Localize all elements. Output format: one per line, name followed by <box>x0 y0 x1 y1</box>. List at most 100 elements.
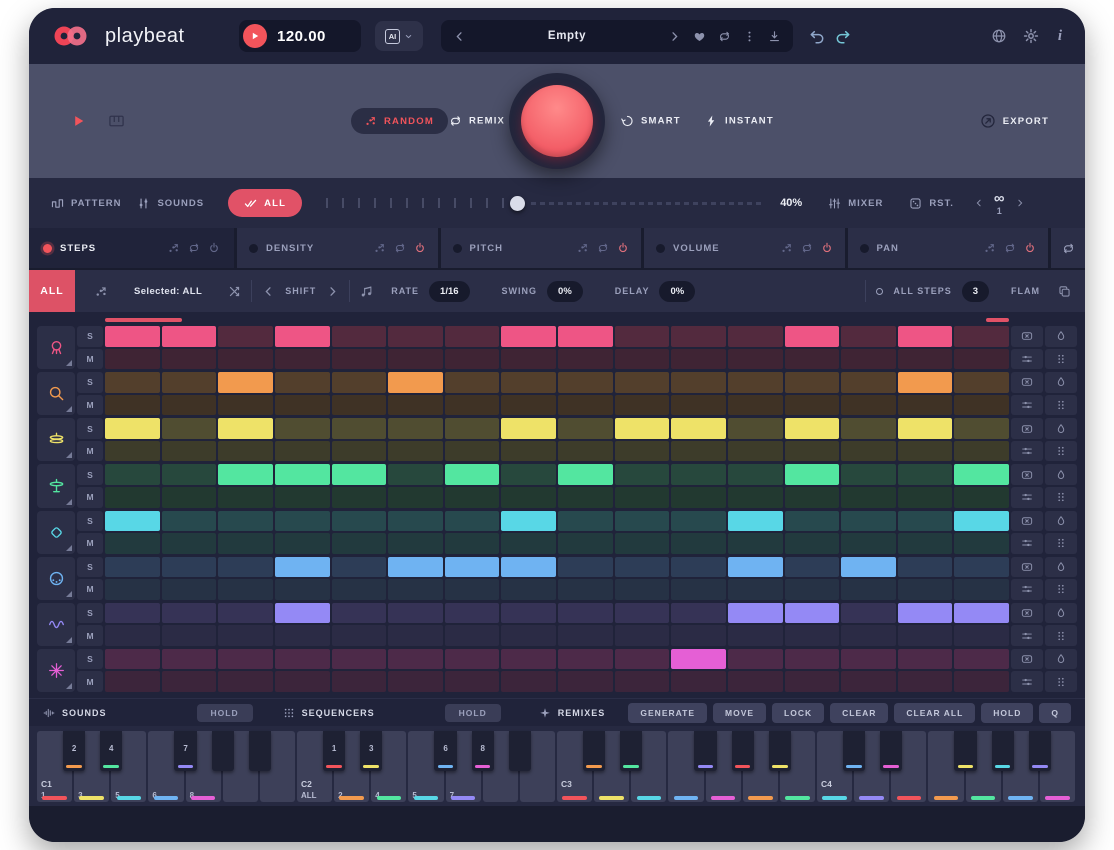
randomize-icon[interactable] <box>984 242 996 254</box>
step-13[interactable] <box>785 372 840 393</box>
mute-button[interactable]: M <box>77 533 103 554</box>
mod-step-11[interactable] <box>671 625 726 646</box>
drag-handle[interactable] <box>1045 487 1077 508</box>
mod-step-5[interactable] <box>332 671 387 692</box>
step-8[interactable] <box>501 418 556 439</box>
mod-step-14[interactable] <box>841 671 896 692</box>
power-icon[interactable] <box>617 242 629 254</box>
step-12[interactable] <box>728 511 783 532</box>
mod-step-9[interactable] <box>558 441 613 462</box>
step-1[interactable] <box>105 326 160 347</box>
mod-step-2[interactable] <box>162 349 217 370</box>
mod-step-3[interactable] <box>218 671 273 692</box>
mod-step-9[interactable] <box>558 395 613 416</box>
mod-step-5[interactable] <box>332 395 387 416</box>
all-steps-value[interactable]: 3 <box>962 281 989 302</box>
mod-step-5[interactable] <box>332 625 387 646</box>
step-10[interactable] <box>615 511 670 532</box>
step-15[interactable] <box>898 557 953 578</box>
step-13[interactable] <box>785 326 840 347</box>
hold-sounds-button[interactable]: HOLD <box>197 704 253 722</box>
humanize-button[interactable] <box>1045 603 1077 624</box>
power-icon[interactable] <box>821 242 833 254</box>
mod-step-5[interactable] <box>332 579 387 600</box>
step-8[interactable] <box>501 464 556 485</box>
step-16[interactable] <box>954 649 1009 670</box>
action-lock-button[interactable]: LOCK <box>772 703 824 723</box>
mod-step-11[interactable] <box>671 395 726 416</box>
tab-steps[interactable]: STEPS <box>29 228 234 268</box>
clear-row-button[interactable] <box>1011 464 1043 485</box>
keyboard-toggle-button[interactable] <box>108 113 125 130</box>
drag-handle[interactable] <box>1045 671 1077 692</box>
power-icon[interactable] <box>1024 242 1036 254</box>
step-8[interactable] <box>501 557 556 578</box>
step-11[interactable] <box>671 326 726 347</box>
step-7[interactable] <box>445 649 500 670</box>
step-1[interactable] <box>105 557 160 578</box>
mod-step-4[interactable] <box>275 533 330 554</box>
mod-step-7[interactable] <box>445 579 500 600</box>
mod-step-6[interactable] <box>388 441 443 462</box>
preset-menu-button[interactable] <box>743 30 756 43</box>
step-13[interactable] <box>785 649 840 670</box>
black-key-46[interactable] <box>1029 731 1051 771</box>
mod-step-13[interactable] <box>785 487 840 508</box>
step-4[interactable] <box>275 603 330 624</box>
mod-step-2[interactable] <box>162 487 217 508</box>
step-14[interactable] <box>841 372 896 393</box>
mod-step-3[interactable] <box>218 487 273 508</box>
mod-step-2[interactable] <box>162 671 217 692</box>
step-11[interactable] <box>671 464 726 485</box>
track-settings-button[interactable] <box>1011 625 1043 646</box>
solo-button[interactable]: S <box>77 649 103 670</box>
clear-row-button[interactable] <box>1011 418 1043 439</box>
step-1[interactable] <box>105 649 160 670</box>
remixes-section-button[interactable]: REMIXES <box>539 707 606 719</box>
humanize-button[interactable] <box>1045 511 1077 532</box>
mod-step-7[interactable] <box>445 671 500 692</box>
step-14[interactable] <box>841 511 896 532</box>
mute-button[interactable]: M <box>77 349 103 370</box>
black-key-39[interactable] <box>880 731 902 771</box>
mod-step-6[interactable] <box>388 487 443 508</box>
step-1[interactable] <box>105 372 160 393</box>
step-9[interactable] <box>558 511 613 532</box>
mod-step-11[interactable] <box>671 487 726 508</box>
solo-button[interactable]: S <box>77 603 103 624</box>
action-move-button[interactable]: MOVE <box>713 703 766 723</box>
mixer-button[interactable]: MIXER <box>828 197 883 210</box>
info-button[interactable]: i <box>1055 28 1065 44</box>
black-key-18[interactable]: 6 <box>434 731 456 771</box>
mod-step-9[interactable] <box>558 487 613 508</box>
humanize-button[interactable] <box>1045 372 1077 393</box>
preview-play-button[interactable] <box>71 114 86 129</box>
undo-button[interactable] <box>809 28 825 44</box>
mod-step-6[interactable] <box>388 533 443 554</box>
mod-step-13[interactable] <box>785 533 840 554</box>
xy-swap-icon[interactable] <box>228 285 241 298</box>
mod-step-14[interactable] <box>841 579 896 600</box>
black-key-20[interactable]: 8 <box>472 731 494 771</box>
step-3[interactable] <box>218 603 273 624</box>
black-key-32[interactable] <box>732 731 754 771</box>
range-handle-start[interactable] <box>105 318 182 322</box>
solo-button[interactable]: S <box>77 418 103 439</box>
mod-step-7[interactable] <box>445 625 500 646</box>
bpm-value[interactable]: 120.00 <box>277 28 326 45</box>
mod-step-6[interactable] <box>388 671 443 692</box>
track-settings-button[interactable] <box>1011 349 1043 370</box>
tab-density[interactable]: DENSITY <box>237 228 438 268</box>
mod-step-5[interactable] <box>332 533 387 554</box>
step-7[interactable] <box>445 557 500 578</box>
mod-step-16[interactable] <box>954 487 1009 508</box>
step-16[interactable] <box>954 464 1009 485</box>
track-icon-magnifier[interactable] <box>37 372 75 415</box>
instant-mode-button[interactable]: INSTANT <box>705 115 774 128</box>
step-10[interactable] <box>615 326 670 347</box>
mod-step-3[interactable] <box>218 395 273 416</box>
mod-step-10[interactable] <box>615 533 670 554</box>
track-icon-hihat[interactable] <box>37 418 75 461</box>
black-key-1[interactable]: 2 <box>63 731 85 771</box>
sounds-view-button[interactable]: SOUNDS <box>137 197 204 210</box>
